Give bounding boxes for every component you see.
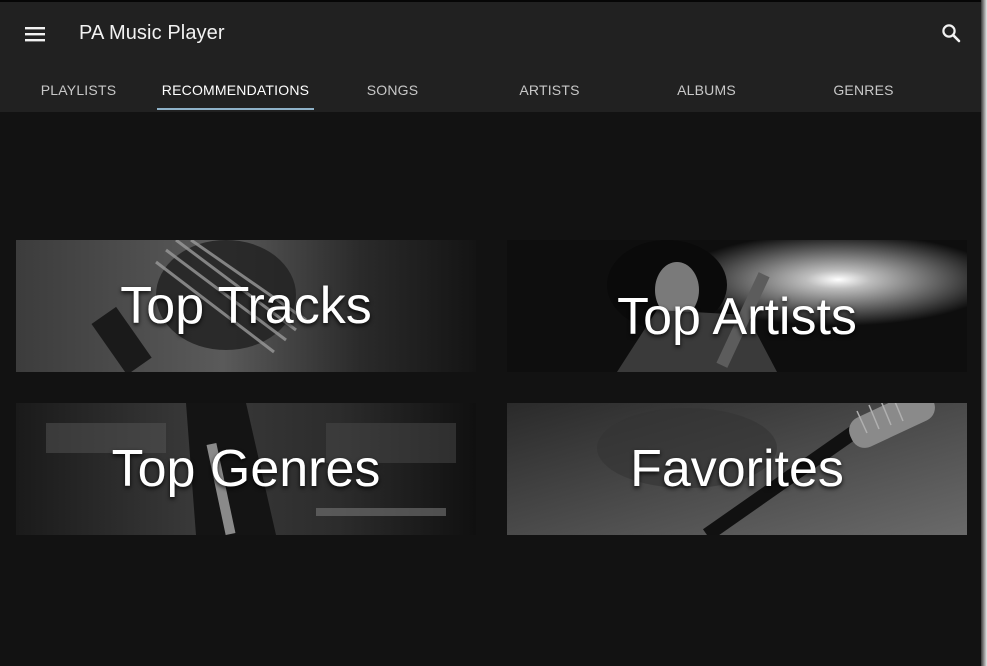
menu-button[interactable] bbox=[18, 17, 52, 51]
tile-label: Top Tracks bbox=[120, 277, 372, 335]
app-title: PA Music Player bbox=[79, 22, 225, 44]
tile-label: Top Genres bbox=[111, 440, 381, 498]
menu-icon bbox=[25, 27, 45, 42]
tab-bar: PLAYLISTS RECOMMENDATIONS SONGS ARTISTS … bbox=[0, 68, 981, 112]
tab-albums[interactable]: ALBUMS bbox=[628, 68, 785, 112]
search-icon bbox=[942, 24, 961, 43]
active-tab-indicator bbox=[157, 108, 314, 110]
tile-top-genres[interactable]: Top Genres bbox=[16, 403, 476, 535]
window-edge bbox=[981, 0, 987, 666]
tile-label: Top Artists bbox=[617, 288, 857, 346]
tile-top-tracks[interactable]: Top Tracks bbox=[16, 240, 476, 372]
search-button[interactable] bbox=[934, 16, 968, 50]
tab-playlists[interactable]: PLAYLISTS bbox=[0, 68, 157, 112]
app-bar: PA Music Player PLAYLISTS RECOMMENDATION… bbox=[0, 0, 981, 112]
tile-favorites[interactable]: Favorites bbox=[507, 403, 967, 535]
tab-genres[interactable]: GENRES bbox=[785, 68, 942, 112]
tab-recommendations[interactable]: RECOMMENDATIONS bbox=[157, 68, 314, 112]
tile-label: Favorites bbox=[630, 440, 844, 498]
tab-songs[interactable]: SONGS bbox=[314, 68, 471, 112]
tile-top-artists[interactable]: Top Artists bbox=[507, 240, 967, 372]
tab-artists[interactable]: ARTISTS bbox=[471, 68, 628, 112]
